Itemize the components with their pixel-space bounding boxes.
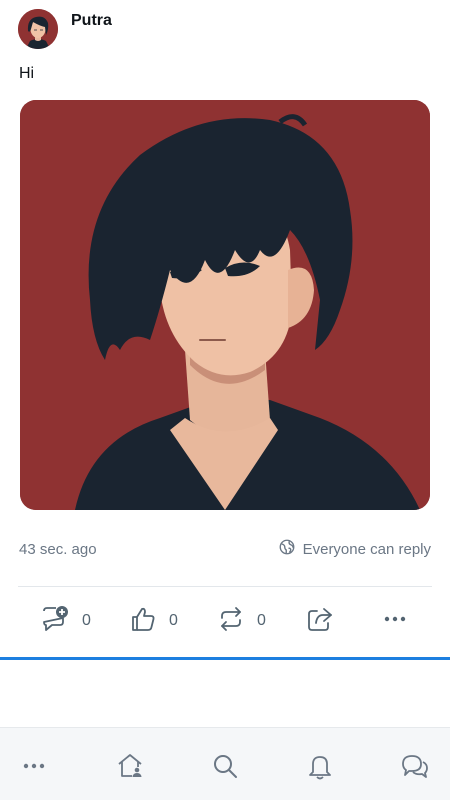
- reply-button[interactable]: 0: [40, 604, 91, 638]
- bottom-nav: [0, 727, 450, 800]
- reply-count: 0: [82, 612, 91, 629]
- avatar-image: [18, 9, 58, 49]
- post-actions: 0 0 0: [40, 604, 420, 638]
- nav-more-button[interactable]: [18, 752, 50, 784]
- author-name[interactable]: Putra: [71, 12, 112, 30]
- globe-icon: [278, 538, 296, 560]
- thumbs-up-icon: [129, 605, 157, 638]
- search-icon: [211, 752, 239, 785]
- more-horizontal-icon: [382, 606, 408, 637]
- accent-line: [0, 657, 450, 660]
- bell-icon: [306, 752, 334, 785]
- share-icon: [306, 605, 334, 638]
- nav-home-button[interactable]: [114, 752, 146, 784]
- post-page: Putra Hi 43 sec. ago Everyone can reply …: [0, 0, 450, 800]
- share-button[interactable]: [306, 604, 334, 638]
- reply-setting[interactable]: Everyone can reply: [278, 538, 431, 560]
- home-icon: [115, 751, 145, 786]
- repost-icon: [217, 605, 245, 638]
- more-options-button[interactable]: [382, 604, 408, 638]
- post-meta: 43 sec. ago Everyone can reply: [19, 538, 431, 560]
- post-header: Putra: [18, 9, 112, 49]
- like-button[interactable]: 0: [129, 604, 178, 638]
- repost-count: 0: [257, 612, 266, 629]
- like-count: 0: [169, 612, 178, 629]
- repost-button[interactable]: 0: [217, 604, 266, 638]
- post-image-illustration: [20, 100, 430, 510]
- nav-search-button[interactable]: [209, 752, 241, 784]
- nav-notifications-button[interactable]: [304, 752, 336, 784]
- comment-plus-icon: [40, 604, 70, 639]
- more-icon: [21, 753, 47, 784]
- nav-chat-button[interactable]: [399, 752, 431, 784]
- reply-setting-label: Everyone can reply: [302, 540, 431, 558]
- chat-icon: [400, 751, 430, 786]
- timestamp: 43 sec. ago: [19, 540, 97, 558]
- post-image[interactable]: [20, 100, 430, 510]
- avatar[interactable]: [18, 9, 58, 49]
- post-text: Hi: [19, 65, 35, 82]
- divider: [18, 586, 432, 587]
